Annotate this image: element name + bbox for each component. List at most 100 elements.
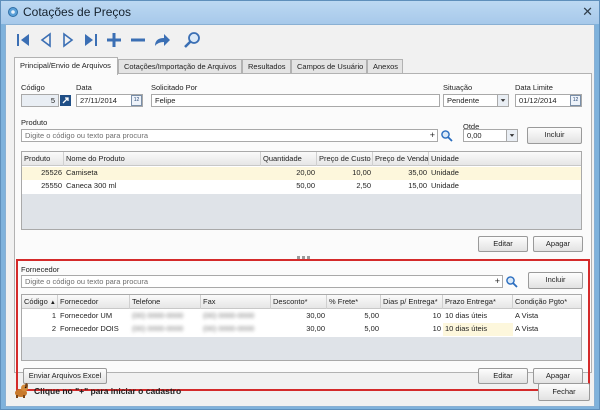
cell-fax: (00) 0000-0000 [203,324,255,333]
col-frete[interactable]: % Frete* [327,295,381,309]
tab-anexos[interactable]: Anexos [367,59,403,74]
next-record-icon[interactable] [58,30,78,50]
title-bar: Cotações de Preços ✕ [1,1,599,24]
situacao-select[interactable]: Pendente [443,94,509,107]
window-title: Cotações de Preços [23,5,132,19]
cell-quantidade: 50,00 [296,181,315,190]
cell-custo: 2,50 [356,181,371,190]
col-codigo[interactable]: Código ▲ [22,295,58,309]
col-desconto[interactable]: Desconto* [271,295,327,309]
tab-resultados[interactable]: Resultados [242,59,291,74]
col-condicao-pgto[interactable]: Condição Pgto* [513,295,581,309]
codigo-label: Código [21,83,45,92]
cell-fornecedor: Fornecedor DOIS [60,324,119,333]
table-row[interactable]: 1 Fornecedor UM (00) 0000-0000 (00) 0000… [22,310,581,323]
table-row[interactable]: 25550 Caneca 300 ml 50,00 2,50 15,00 Uni… [22,180,581,193]
status-bar: Clique no "+" para iniciar o cadastro Fe… [6,373,596,408]
last-record-icon[interactable] [80,30,100,50]
sort-ascending-icon: ▲ [49,300,56,306]
fornecedor-search-input[interactable]: Digite o código ou texto para procura + [21,275,503,288]
cell-desconto: 30,00 [306,324,325,333]
grid-empty-area [22,337,581,360]
search-icon[interactable] [182,30,202,50]
col-prazo-entrega[interactable]: Prazo Entrega* [443,295,513,309]
plus-icon[interactable]: + [495,276,500,287]
cell-produto: 25550 [41,181,62,190]
calendar-icon[interactable]: 12 [570,95,581,106]
col-preco-venda[interactable]: Preço de Venda [373,152,429,166]
cell-nome: Camiseta [66,168,98,177]
table-row[interactable]: 2 Fornecedor DOIS (00) 0000-0000 (00) 00… [22,323,581,336]
col-fax[interactable]: Fax [201,295,271,309]
col-nome-produto[interactable]: Nome do Produto [64,152,261,166]
fechar-button[interactable]: Fechar [538,383,590,401]
cell-prazo: 10 dias úteis [445,311,488,320]
cell-nome: Caneca 300 ml [66,181,117,190]
cell-frete: 5,00 [364,311,379,320]
search-icon[interactable] [440,129,453,142]
grid-empty-area [22,194,581,229]
tab-panel-principal: Código 5 Data 27/11/2014 12 Solicitado P… [14,73,592,391]
col-dias-entrega[interactable]: Dias p/ Entrega* [381,295,443,309]
cell-prazo: 10 dias úteis [443,323,513,336]
col-preco-custo[interactable]: Preço de Custo [317,152,373,166]
col-produto[interactable]: Produto [22,152,64,166]
cell-produto: 25526 [41,168,62,177]
dog-mascot-icon [15,383,28,398]
cell-codigo: 1 [51,311,56,320]
data-field[interactable]: 27/11/2014 12 [76,94,143,107]
fornecedor-label: Fornecedor [21,265,60,274]
table-row[interactable]: 25526 Camiseta 20,00 10,00 35,00 Unidade [22,167,581,180]
cell-unidade: Unidade [431,168,459,177]
search-icon[interactable] [505,275,518,288]
chevron-down-icon[interactable] [497,95,508,106]
col-unidade[interactable]: Unidade [429,152,581,166]
codigo-field[interactable]: 5 [21,94,59,107]
add-icon[interactable] [104,30,124,50]
produto-label: Produto [21,118,48,127]
cell-telefone: (00) 0000-0000 [132,311,184,320]
fornecedores-grid: Código ▲ Fornecedor Telefone Fax Descont… [21,294,582,361]
cell-fax: (00) 0000-0000 [203,311,255,320]
produtos-grid-header: Produto Nome do Produto Quantidade Preço… [22,152,581,166]
data-label: Data [76,83,92,92]
chevron-down-icon[interactable] [506,130,517,141]
cell-telefone: (00) 0000-0000 [132,324,184,333]
previous-record-icon[interactable] [36,30,56,50]
first-record-icon[interactable] [14,30,34,50]
solicitado-por-label: Solicitado Por [151,83,198,92]
cell-venda: 35,00 [408,168,427,177]
redo-icon[interactable] [152,30,172,50]
tab-principal[interactable]: Principal/Envio de Arquivos [14,57,118,75]
editar-produto-button[interactable]: Editar [478,236,528,252]
col-quantidade[interactable]: Quantidade [261,152,317,166]
remove-icon[interactable] [128,30,148,50]
cell-desconto: 30,00 [306,311,325,320]
tab-campos-usuario[interactable]: Campos de Usuário [291,59,367,74]
tab-cotacoes[interactable]: Cotações/Importação de Arquivos [118,59,242,74]
calendar-icon[interactable]: 12 [131,95,142,106]
cell-fornecedor: Fornecedor UM [60,311,113,320]
solicitado-por-field[interactable]: Felipe [151,94,440,107]
apagar-produto-button[interactable]: Apagar [533,236,583,252]
col-fornecedor[interactable]: Fornecedor [58,295,130,309]
cell-dias: 10 [432,324,441,333]
open-record-icon[interactable] [60,95,71,106]
qtde-field[interactable]: 0,00 [463,129,518,142]
close-window-icon[interactable]: ✕ [582,4,593,20]
col-telefone[interactable]: Telefone [130,295,201,309]
incluir-produto-button[interactable]: Incluir [527,127,582,144]
incluir-fornecedor-button[interactable]: Incluir [528,272,583,289]
fornecedores-grid-header: Código ▲ Fornecedor Telefone Fax Descont… [22,295,581,309]
quote-window: Cotações de Preços ✕ Principal/Envio de … [0,0,600,410]
produtos-grid: Produto Nome do Produto Quantidade Preço… [21,151,582,230]
cell-quantidade: 20,00 [296,168,315,177]
cell-custo: 10,00 [352,168,371,177]
produto-search-input[interactable]: Digite o código ou texto para procura + [21,129,438,142]
cell-condicao: A Vista [515,324,539,333]
status-hint: Clique no "+" para iniciar o cadastro [34,386,182,396]
data-limite-field[interactable]: 01/12/2014 12 [515,94,582,107]
cell-venda: 15,00 [408,181,427,190]
cell-codigo: 2 [51,324,56,333]
plus-icon[interactable]: + [430,130,435,141]
